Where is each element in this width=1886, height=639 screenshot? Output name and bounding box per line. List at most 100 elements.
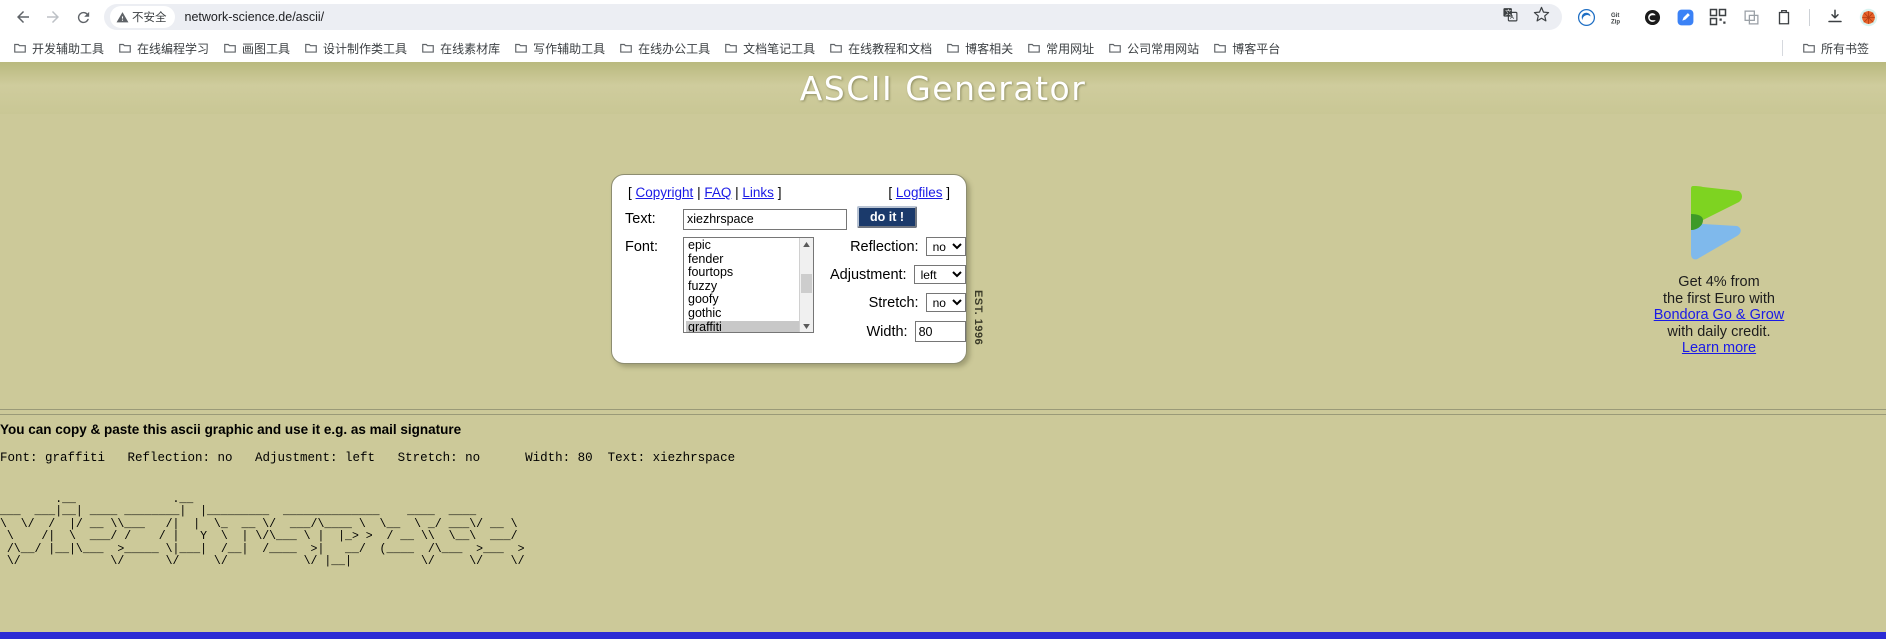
bookmark-folder[interactable]: 写作辅助工具 [507,37,612,60]
bracket-open: [ [888,185,893,200]
font-option[interactable]: fourtops [686,266,799,280]
bookmark-folder[interactable]: 设计制作类工具 [297,37,414,60]
font-option[interactable]: epic [686,238,799,253]
do-it-button[interactable]: do it ! [857,206,918,228]
bookmark-folder[interactable]: 博客平台 [1206,37,1287,60]
bookmark-folder[interactable]: 在线教程和文档 [822,37,939,60]
text-label: Text: [625,211,656,227]
bookmark-star-icon[interactable] [1533,6,1550,28]
folder-icon [830,43,842,53]
bookmark-folder[interactable]: 公司常用网站 [1101,37,1206,60]
bookmark-folder[interactable]: 文档笔记工具 [717,37,822,60]
scroll-up-arrow-icon[interactable] [800,238,813,250]
font-option-selected[interactable]: graffiti [686,320,799,332]
links-link[interactable]: Links [742,185,774,200]
qr-code-icon[interactable] [1708,7,1728,27]
bookmark-label: 设计制作类工具 [323,41,408,56]
bracket-close: ] [946,185,950,200]
clipboard-icon[interactable] [1774,7,1794,27]
reflection-label: Reflection: [850,238,919,255]
bookmarks-bar: 开发辅助工具 在线编程学习 画图工具 设计制作类工具 在线素材库 写作辅助工具 … [0,34,1886,62]
back-button[interactable] [8,2,38,32]
reflection-select[interactable]: no [925,237,966,256]
back-arrow-icon [17,11,29,23]
url-text: network-science.de/ascii/ [184,10,325,24]
svg-text:Zip: Zip [1611,19,1620,25]
bookmarks-divider [1781,40,1783,56]
generator-panel-wrapper: [ Copyright | FAQ | Links ] [ Logfiles ]… [611,174,967,364]
bookmark-folder[interactable]: 博客相关 [939,37,1020,60]
folder-icon [1028,43,1040,53]
downloads-icon[interactable] [1825,7,1845,27]
font-options-container: epic fender fourtops fuzzy goofy gothic … [684,238,799,332]
text-input[interactable] [683,209,847,230]
learn-more-link[interactable]: Learn more [1682,340,1756,356]
warning-triangle-icon [116,11,129,22]
width-row: Width: [830,321,966,342]
browser-toolbar: 不安全 network-science.de/ascii/ 文 A Git Zi… [0,0,1886,34]
folder-icon [422,43,434,53]
bottom-accent-bar [0,632,1886,639]
folder-icon [515,43,527,53]
bookmark-folder[interactable]: 常用网址 [1020,37,1101,60]
folder-icon [14,43,26,53]
edge-browser-icon[interactable] [1576,7,1596,27]
scrollbar-thumb[interactable] [801,274,812,293]
security-status-chip[interactable]: 不安全 [110,6,175,28]
ascii-art-output[interactable]: .__ .__ ___ ___|__| ____ ________| |____… [0,493,525,568]
bookmark-folder[interactable]: 画图工具 [216,37,297,60]
logfiles-link[interactable]: Logfiles [896,185,943,200]
adjustment-label: Adjustment: [830,266,907,283]
bookmark-label: 在线素材库 [440,41,501,56]
folder-icon [947,43,959,53]
faq-link[interactable]: FAQ [704,185,731,200]
bookmark-label: 在线办公工具 [638,41,711,56]
bookmark-label: 文档笔记工具 [743,41,816,56]
stretch-select[interactable]: no [925,293,966,312]
adjustment-row: Adjustment: left [830,265,966,284]
bookmark-folder[interactable]: 在线办公工具 [612,37,717,60]
font-option[interactable]: fender [686,252,799,267]
bookmark-folder[interactable]: 开发辅助工具 [6,37,111,60]
adjustment-select[interactable]: left [913,265,966,284]
ad-line-1: Get 4% from [1678,274,1760,290]
folder-icon [224,43,236,53]
bookmark-label: 在线教程和文档 [848,41,933,56]
font-option[interactable]: gothic [686,306,799,321]
font-list-scrollbar[interactable] [799,238,813,332]
gitzip-icon[interactable]: Git Zip [1609,7,1629,27]
bookmark-folder[interactable]: 在线编程学习 [111,37,216,60]
generator-panel: [ Copyright | FAQ | Links ] [ Logfiles ]… [611,174,967,364]
font-and-options-row: Font: epic fender fourtops fuzzy goofy g… [625,237,966,351]
black-circle-icon[interactable] [1642,7,1662,27]
ad-line-3: with daily credit. [1667,323,1771,340]
font-option[interactable]: goofy [686,293,799,307]
output-headline: You can copy & paste this ascii graphic … [0,422,462,437]
ad-line-2: the first Euro with [1662,290,1775,307]
scroll-down-arrow-icon[interactable] [800,320,813,332]
stretch-row: Stretch: no [830,293,966,312]
bondora-link[interactable]: Bondora Go & Grow [1654,307,1785,323]
blue-pen-icon[interactable] [1675,7,1695,27]
font-option[interactable]: fuzzy [686,279,799,294]
font-listbox[interactable]: epic fender fourtops fuzzy goofy gothic … [683,237,814,333]
stretch-label: Stretch: [868,294,919,311]
svg-text:A: A [1510,15,1514,21]
reload-button[interactable] [68,2,98,32]
bondora-logo [1673,184,1765,262]
width-input[interactable] [914,321,966,342]
address-bar[interactable]: 不安全 network-science.de/ascii/ 文 A [104,4,1562,30]
profile-avatar[interactable] [1858,7,1878,27]
screenshot-icon[interactable] [1741,7,1761,27]
copyright-link[interactable]: Copyright [636,185,694,200]
advertisement: Get 4% from the first Euro with Bondora … [1594,184,1844,357]
translate-icon[interactable]: 文 A [1502,6,1519,28]
options-column: Reflection: no Adjustment: left Stretch: [830,237,966,351]
site-title-banner: ASCII Generator [0,62,1886,114]
svg-text:Git: Git [1611,12,1619,18]
bookmark-folder[interactable]: 在线素材库 [414,37,507,60]
reload-icon [77,11,89,23]
all-bookmarks-button[interactable]: 所有书签 [1795,37,1876,60]
toolbar-divider [1809,8,1810,26]
forward-button[interactable] [38,2,68,32]
